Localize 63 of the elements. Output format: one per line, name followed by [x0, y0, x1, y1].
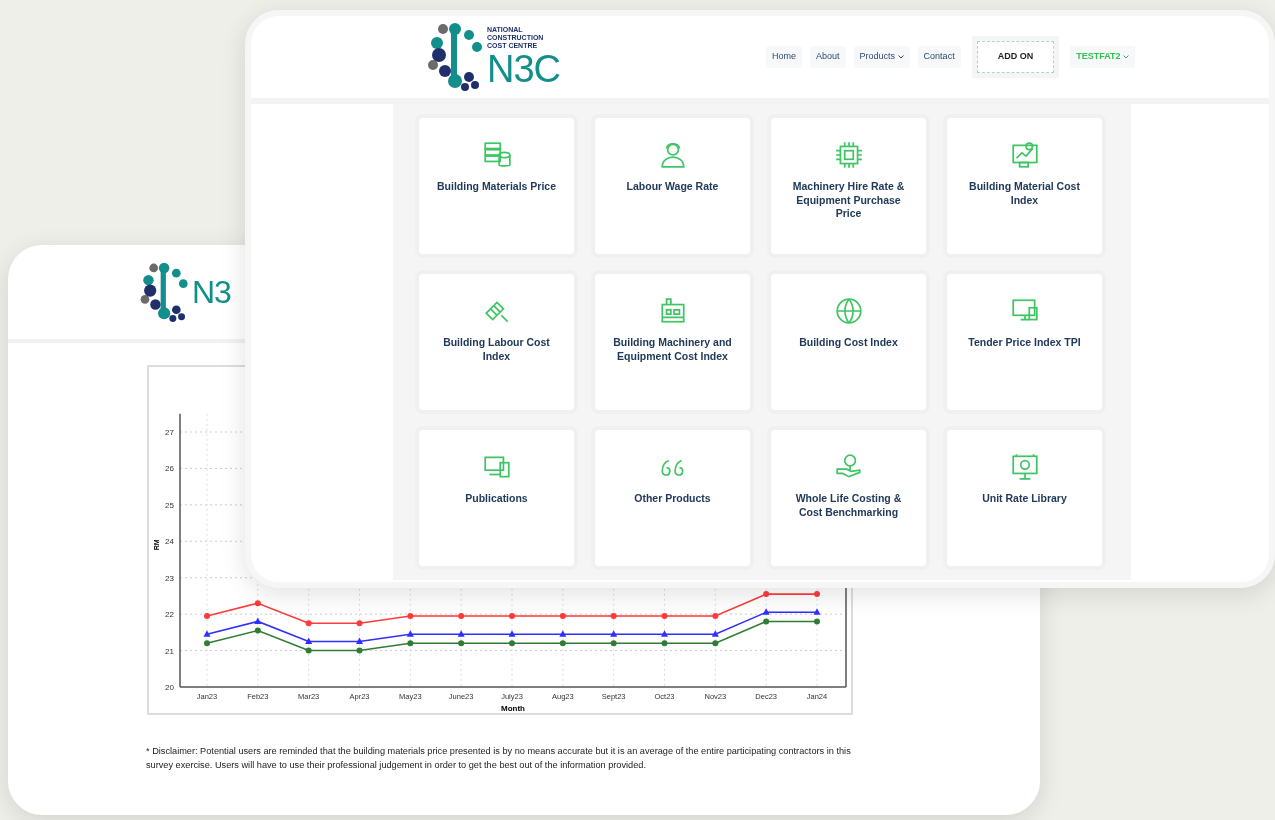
data-point: [762, 608, 770, 615]
data-point: [661, 630, 668, 637]
nav-dropdown[interactable]: Products: [853, 46, 910, 68]
data-point: [814, 591, 820, 598]
data-point: [661, 612, 668, 619]
presentation-icon: [1009, 452, 1040, 482]
data-point: [305, 620, 312, 627]
chip-icon: [833, 140, 864, 170]
logo[interactable]: N3: [138, 260, 231, 324]
data-point: [559, 612, 566, 619]
nav-link[interactable]: Home: [766, 46, 803, 68]
data-point: [610, 640, 617, 647]
data-point: [305, 647, 312, 654]
y-tick-label: 26: [165, 464, 174, 474]
data-point: [763, 618, 770, 625]
map-chart-icon: [1009, 140, 1040, 170]
logo-text: N3C: [487, 49, 561, 88]
data-point: [610, 630, 618, 637]
data-point: [509, 612, 515, 619]
disclaimer-text: * Disclaimer: Potential users are reminded that the building materials price presented is by no means accurate but it is an average of the entire participating contractors in this survey exercise. Users will have to use their professional judgement in order to get the best out of the information provided.: [146, 745, 852, 772]
data-point: [458, 640, 465, 647]
data-point: [356, 647, 363, 654]
data-point: [356, 637, 363, 644]
y-tick-label: 24: [165, 537, 174, 547]
data-point: [356, 620, 363, 627]
data-point: [711, 630, 719, 637]
nav-link[interactable]: About: [810, 46, 846, 68]
data-point: [203, 630, 211, 637]
data-point: [407, 612, 414, 619]
data-point: [559, 640, 566, 647]
y-tick-label: 27: [165, 428, 174, 437]
data-point: [814, 618, 820, 625]
data-point: [509, 640, 515, 647]
data-point: [610, 612, 617, 619]
y-tick-label: 23: [165, 573, 174, 583]
data-point: [763, 591, 770, 598]
data-point: [406, 630, 414, 637]
data-point: [254, 627, 261, 634]
data-point: [458, 612, 465, 619]
data-point: [712, 640, 719, 647]
caret-icon: [1123, 54, 1129, 59]
caret-icon: [897, 54, 904, 59]
data-point: [661, 640, 668, 647]
y-tick-label: 22: [165, 610, 174, 620]
data-point: [508, 630, 516, 637]
globe-icon: [833, 296, 864, 326]
logo-text: N3: [192, 276, 231, 308]
y-tick-label: 25: [165, 500, 174, 510]
data-point: [712, 612, 719, 619]
data-point: [559, 630, 567, 637]
data-point: [204, 640, 210, 647]
data-point: [204, 612, 210, 619]
nav-link[interactable]: Contact: [917, 46, 961, 68]
y-tick-label: 20: [165, 683, 174, 692]
data-point: [457, 630, 465, 637]
data-point: [254, 617, 262, 624]
data-point: [813, 608, 821, 615]
data-point: [305, 637, 313, 644]
data-point: [407, 640, 414, 647]
x-axis-label: Month: [501, 704, 525, 713]
y-tick-label: 21: [165, 646, 174, 656]
server-stack-icon: [481, 140, 512, 170]
data-point: [254, 600, 261, 607]
